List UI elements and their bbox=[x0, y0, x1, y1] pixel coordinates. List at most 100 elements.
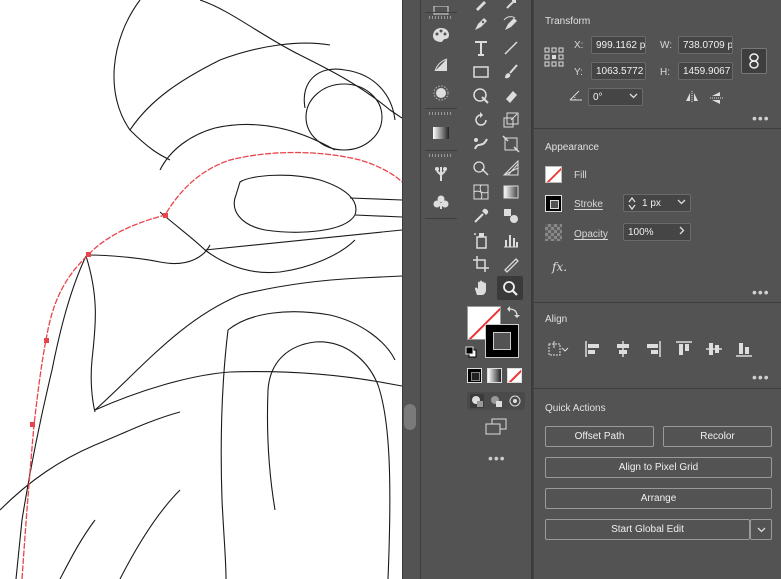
opacity-value: 100% bbox=[628, 227, 654, 238]
selected-path[interactable] bbox=[21, 151, 402, 579]
zoom-tool-icon[interactable] bbox=[497, 276, 523, 300]
width-field[interactable]: 738.0709 p bbox=[678, 36, 733, 54]
stroke-color-swatch[interactable] bbox=[545, 195, 562, 212]
stepper-icon[interactable] bbox=[627, 196, 637, 211]
y-field[interactable]: 1063.5772 | bbox=[591, 62, 646, 80]
rotation-value: 0° bbox=[593, 92, 603, 103]
line-tool-icon[interactable] bbox=[498, 36, 524, 60]
transform-more-icon[interactable]: ••• bbox=[752, 111, 770, 125]
gradient-mode-button[interactable] bbox=[487, 368, 502, 383]
stroke-weight-field[interactable]: 1 px bbox=[623, 194, 691, 212]
draw-normal-icon[interactable] bbox=[470, 394, 484, 408]
curvature-tool-icon[interactable] bbox=[498, 12, 524, 36]
arrange-button[interactable]: Arrange bbox=[545, 488, 772, 509]
chevron-down-icon bbox=[757, 527, 765, 533]
stroke-swatch[interactable] bbox=[485, 324, 519, 358]
draw-inside-icon[interactable] bbox=[508, 394, 522, 408]
eraser-tool-icon[interactable] bbox=[498, 84, 524, 108]
chevron-right-icon[interactable] bbox=[677, 226, 686, 238]
opacity-icon[interactable] bbox=[545, 224, 562, 241]
perspective-grid-tool-icon[interactable] bbox=[498, 156, 524, 180]
reference-point-icon[interactable] bbox=[544, 47, 564, 70]
shape-builder-tool-icon[interactable] bbox=[468, 156, 494, 180]
gradient-tool-icon[interactable] bbox=[498, 180, 524, 204]
tools-panel: ••• bbox=[461, 0, 533, 579]
fill-label: Fill bbox=[574, 170, 587, 181]
opacity-label[interactable]: Opacity bbox=[574, 229, 608, 240]
opacity-field[interactable]: 100% bbox=[623, 223, 691, 241]
eyedropper-tool-icon[interactable] bbox=[468, 204, 494, 228]
height-field[interactable]: 1459.9067 bbox=[678, 62, 733, 80]
shaper-tool-icon[interactable] bbox=[468, 84, 494, 108]
gradient-icon[interactable] bbox=[429, 54, 453, 76]
artboard-tool-icon[interactable] bbox=[468, 252, 494, 276]
club-icon[interactable] bbox=[429, 191, 453, 213]
fill-color-swatch[interactable] bbox=[545, 166, 562, 183]
offset-path-button[interactable]: Offset Path bbox=[545, 426, 654, 447]
puppet-warp-tool-icon[interactable] bbox=[468, 132, 494, 156]
flip-horizontal-icon[interactable] bbox=[685, 91, 699, 106]
quick-actions-title: Quick Actions bbox=[545, 403, 606, 414]
rotation-field[interactable]: 0° bbox=[588, 88, 643, 106]
swap-fill-stroke-icon[interactable] bbox=[506, 305, 520, 322]
recolor-button[interactable]: Recolor bbox=[663, 426, 772, 447]
flip-vertical-icon[interactable] bbox=[710, 91, 724, 108]
default-fill-stroke-icon[interactable] bbox=[465, 346, 477, 361]
transform-title: Transform bbox=[545, 16, 591, 27]
align-title: Align bbox=[545, 314, 568, 325]
swatch-icon[interactable] bbox=[429, 24, 453, 46]
blend-tool-icon[interactable] bbox=[498, 204, 524, 228]
color-mode-button[interactable] bbox=[467, 368, 482, 383]
edit-toolbar-more-icon[interactable]: ••• bbox=[488, 450, 506, 466]
rectangle-tool-icon[interactable] bbox=[468, 60, 494, 84]
stroke-weight-value: 1 px bbox=[642, 198, 661, 209]
align-to-selection-icon[interactable] bbox=[547, 340, 569, 358]
free-transform-tool-icon[interactable] bbox=[498, 132, 524, 156]
w-label: W: bbox=[660, 40, 673, 51]
column-graph-tool-icon[interactable] bbox=[498, 228, 524, 252]
properties-panel: Transform X: 999.1162 p Y: 1063.5772 | W… bbox=[533, 0, 781, 579]
vertical-align-top-icon[interactable] bbox=[675, 340, 693, 358]
link-icon bbox=[749, 53, 759, 69]
collapsed-panels-dock bbox=[420, 0, 462, 579]
type-tool-icon[interactable] bbox=[468, 36, 494, 60]
slice-tool-icon[interactable] bbox=[498, 252, 524, 276]
horizontal-align-left-icon[interactable] bbox=[584, 340, 602, 358]
horizontal-align-right-icon[interactable] bbox=[644, 340, 662, 358]
align-to-pixel-grid-button[interactable]: Align to Pixel Grid bbox=[545, 457, 772, 478]
artboard-canvas[interactable] bbox=[0, 0, 402, 579]
appearance-more-icon[interactable]: ••• bbox=[752, 285, 770, 299]
align-more-icon[interactable]: ••• bbox=[752, 370, 770, 384]
vertical-align-center-icon[interactable] bbox=[705, 340, 723, 358]
horizontal-align-center-icon[interactable] bbox=[614, 340, 632, 358]
mesh-tool-icon[interactable] bbox=[468, 180, 494, 204]
x-label: X: bbox=[574, 40, 584, 51]
appearance-title: Appearance bbox=[545, 142, 599, 153]
global-edit-options-button[interactable] bbox=[750, 519, 772, 540]
fx-effects-icon[interactable]: fx. bbox=[552, 260, 567, 274]
none-mode-button[interactable] bbox=[507, 368, 522, 383]
chevron-down-icon[interactable] bbox=[629, 91, 638, 103]
scale-tool-icon[interactable] bbox=[498, 108, 524, 132]
stroke-label[interactable]: Stroke bbox=[574, 199, 603, 210]
draw-modes bbox=[467, 392, 525, 410]
artwork-outline bbox=[0, 0, 402, 579]
pen-icon[interactable] bbox=[468, 12, 494, 36]
vertical-scrollbar-track bbox=[402, 0, 421, 579]
symbol-sprayer-tool-icon[interactable] bbox=[468, 228, 494, 252]
transparency-icon[interactable] bbox=[429, 122, 453, 144]
chevron-down-icon[interactable] bbox=[677, 197, 686, 209]
draw-behind-icon[interactable] bbox=[489, 394, 503, 408]
angle-icon bbox=[569, 89, 583, 104]
screen-mode-icon[interactable] bbox=[485, 418, 507, 439]
rotate-tool-icon[interactable] bbox=[468, 108, 494, 132]
symbols-icon[interactable] bbox=[429, 163, 453, 185]
paintbrush-tool-icon[interactable] bbox=[498, 60, 524, 84]
x-field[interactable]: 999.1162 p bbox=[591, 36, 646, 54]
constrain-proportions-button[interactable] bbox=[741, 48, 767, 74]
sun-icon[interactable] bbox=[429, 82, 453, 104]
start-global-edit-button[interactable]: Start Global Edit bbox=[545, 519, 750, 540]
vertical-scrollbar-thumb[interactable] bbox=[404, 404, 416, 430]
hand-tool-icon[interactable] bbox=[468, 276, 494, 300]
vertical-align-bottom-icon[interactable] bbox=[735, 340, 753, 358]
